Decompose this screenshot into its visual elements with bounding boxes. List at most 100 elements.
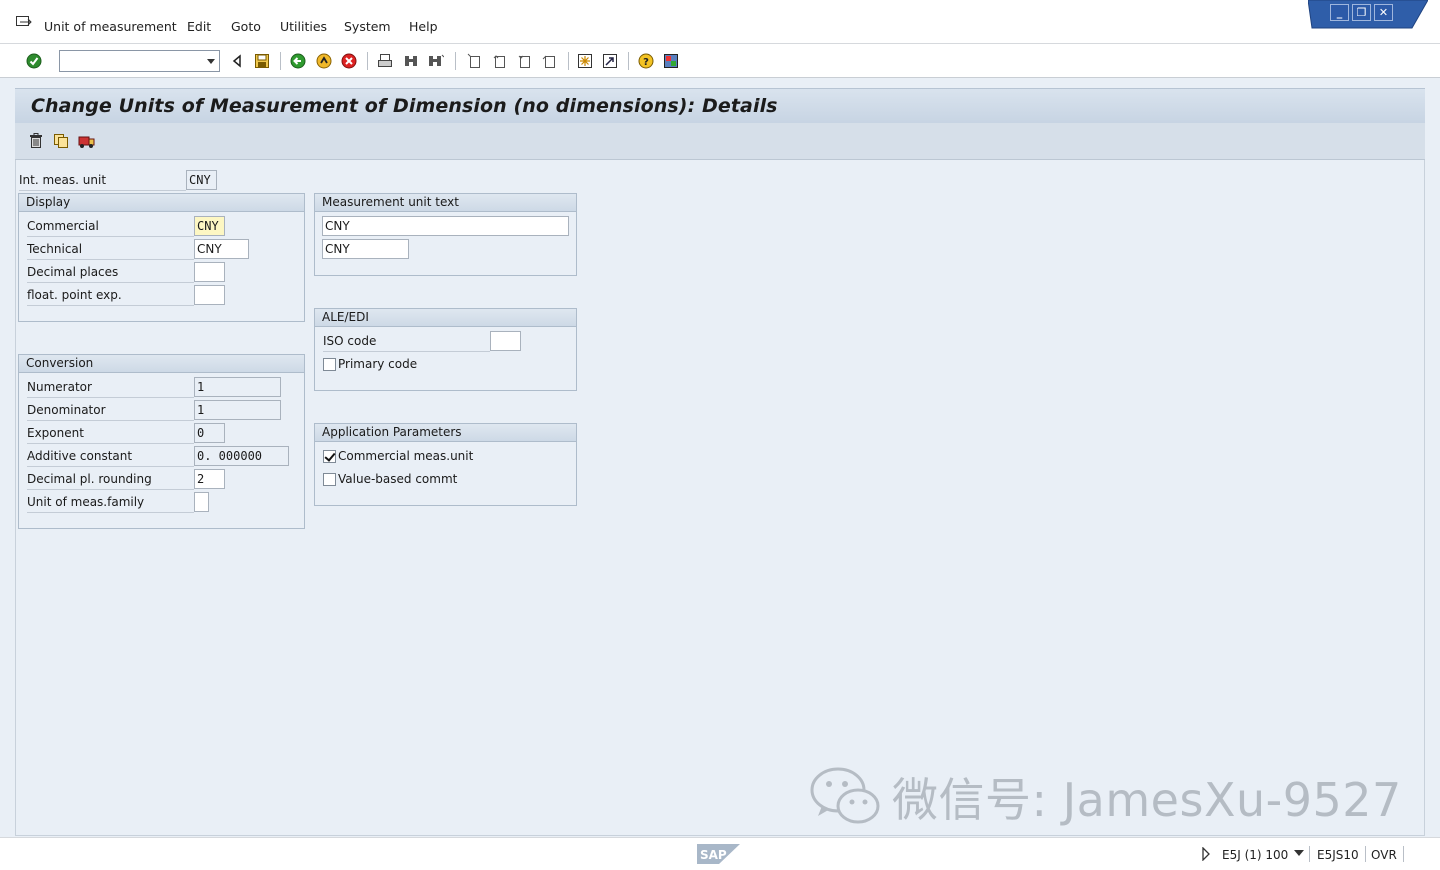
technical-field[interactable]: CNY bbox=[194, 239, 249, 259]
label-underline bbox=[27, 397, 194, 398]
insert-mode: OVR bbox=[1371, 848, 1397, 862]
watermark: 微信号: JamesXu-9527 bbox=[810, 762, 1410, 832]
int-meas-unit-label: Int. meas. unit bbox=[19, 173, 107, 187]
application-toolbar bbox=[15, 123, 1425, 160]
app-params-group: Application Parameters bbox=[314, 423, 577, 506]
system-info: E5J (1) 100 bbox=[1222, 848, 1289, 862]
cancel-red-icon[interactable] bbox=[340, 52, 358, 70]
menu-utilities[interactable]: Utilities bbox=[280, 19, 327, 34]
server-name: E5JS10 bbox=[1317, 848, 1359, 862]
first-page-icon[interactable] bbox=[465, 52, 483, 70]
standard-toolbar: ? bbox=[0, 44, 1440, 78]
sap-logo-icon: SAP bbox=[697, 844, 740, 864]
measurement-long-text-field[interactable]: CNY bbox=[322, 216, 569, 236]
chevron-down-icon[interactable] bbox=[1294, 850, 1304, 856]
close-icon[interactable]: ✕ bbox=[1374, 4, 1393, 21]
minimize-icon[interactable]: _ bbox=[1330, 4, 1349, 21]
chevron-down-icon[interactable] bbox=[207, 59, 215, 64]
measurement-text-group-title: Measurement unit text bbox=[315, 194, 576, 212]
exponent-field: 0 bbox=[194, 423, 225, 443]
wechat-logo-icon bbox=[810, 767, 880, 824]
label-underline bbox=[27, 420, 194, 421]
label-underline bbox=[27, 512, 194, 513]
label-underline bbox=[323, 351, 490, 352]
toolbar-separator bbox=[455, 52, 456, 70]
status-separator bbox=[1403, 846, 1404, 862]
print-icon[interactable] bbox=[376, 52, 394, 70]
menu-unit-of-measurement[interactable]: Unit of measurement bbox=[44, 19, 177, 34]
window-controls: _ ❐ ✕ bbox=[1308, 0, 1428, 30]
app-params-group-title: Application Parameters bbox=[315, 424, 576, 442]
label-underline bbox=[27, 305, 194, 306]
save-icon[interactable] bbox=[253, 52, 271, 70]
iso-code-label: ISO code bbox=[323, 334, 377, 348]
command-field[interactable] bbox=[59, 50, 220, 72]
display-group-title: Display bbox=[19, 194, 304, 212]
menu-edit[interactable]: Edit bbox=[187, 19, 211, 34]
additive-constant-label: Additive constant bbox=[27, 449, 133, 463]
menu-system[interactable]: System bbox=[344, 19, 391, 34]
find-icon[interactable] bbox=[402, 52, 420, 70]
float-point-exp-field[interactable] bbox=[194, 285, 225, 305]
svg-text:SAP: SAP bbox=[700, 848, 727, 862]
status-separator bbox=[1365, 846, 1366, 862]
last-page-icon[interactable] bbox=[540, 52, 558, 70]
label-underline bbox=[27, 443, 194, 444]
help-icon[interactable]: ? bbox=[637, 52, 655, 70]
toolbar-separator bbox=[628, 52, 629, 70]
system-menu-icon[interactable] bbox=[16, 16, 32, 28]
delete-icon[interactable] bbox=[27, 132, 45, 150]
unit-family-label: Unit of meas.family bbox=[27, 495, 145, 509]
restore-icon[interactable]: ❐ bbox=[1352, 4, 1371, 21]
toolbar-separator bbox=[367, 52, 368, 70]
toolbar-separator bbox=[568, 52, 569, 70]
commercial-label: Commercial bbox=[27, 219, 99, 233]
exponent-label: Exponent bbox=[27, 426, 84, 440]
status-bar: SAP E5J (1) 100 E5JS10 OVR bbox=[0, 837, 1440, 870]
ale-edi-group-title: ALE/EDI bbox=[315, 309, 576, 327]
label-underline bbox=[27, 236, 194, 237]
display-group: Display bbox=[18, 193, 305, 322]
unit-family-field[interactable] bbox=[194, 492, 209, 512]
status-separator bbox=[1309, 846, 1310, 862]
menu-bar: Unit of measurement Edit Goto Utilities … bbox=[0, 0, 1440, 44]
previous-page-icon[interactable] bbox=[490, 52, 508, 70]
customize-layout-icon[interactable] bbox=[662, 52, 680, 70]
back-triangle-icon[interactable] bbox=[228, 52, 246, 70]
toolbar-separator bbox=[280, 52, 281, 70]
back-green-icon[interactable] bbox=[289, 52, 307, 70]
menu-goto[interactable]: Goto bbox=[231, 19, 261, 34]
decimal-rounding-field[interactable]: 2 bbox=[194, 469, 225, 489]
iso-code-field[interactable] bbox=[490, 331, 521, 351]
copy-icon[interactable] bbox=[52, 132, 70, 150]
title-bar: Change Units of Measurement of Dimension… bbox=[15, 88, 1425, 123]
commercial-meas-unit-checkbox[interactable] bbox=[323, 450, 336, 463]
decimal-places-field[interactable] bbox=[194, 262, 225, 282]
int-meas-unit-field: CNY bbox=[186, 170, 217, 190]
value-based-commt-label: Value-based commt bbox=[338, 472, 458, 486]
shortcut-icon[interactable] bbox=[601, 52, 619, 70]
status-expand-icon[interactable] bbox=[1201, 847, 1211, 861]
enter-check-icon[interactable] bbox=[25, 52, 43, 70]
additive-constant-field: 0. 000000 bbox=[194, 446, 289, 466]
create-session-icon[interactable] bbox=[576, 52, 594, 70]
primary-code-checkbox[interactable] bbox=[323, 358, 336, 371]
exit-yellow-icon[interactable] bbox=[315, 52, 333, 70]
commercial-field[interactable]: CNY bbox=[194, 216, 225, 236]
label-underline bbox=[19, 190, 186, 191]
value-based-commt-checkbox[interactable] bbox=[323, 473, 336, 486]
decimal-places-label: Decimal places bbox=[27, 265, 119, 279]
find-next-icon[interactable] bbox=[427, 52, 445, 70]
decimal-rounding-label: Decimal pl. rounding bbox=[27, 472, 152, 486]
ale-edi-group: ALE/EDI bbox=[314, 308, 577, 391]
measurement-short-text-field[interactable]: CNY bbox=[322, 239, 409, 259]
transport-icon[interactable] bbox=[78, 132, 96, 150]
label-underline bbox=[27, 489, 194, 490]
label-underline bbox=[27, 466, 194, 467]
label-underline bbox=[27, 282, 194, 283]
numerator-label: Numerator bbox=[27, 380, 92, 394]
conversion-group-title: Conversion bbox=[19, 355, 304, 373]
menu-help[interactable]: Help bbox=[409, 19, 438, 34]
label-underline bbox=[27, 259, 194, 260]
next-page-icon[interactable] bbox=[515, 52, 533, 70]
